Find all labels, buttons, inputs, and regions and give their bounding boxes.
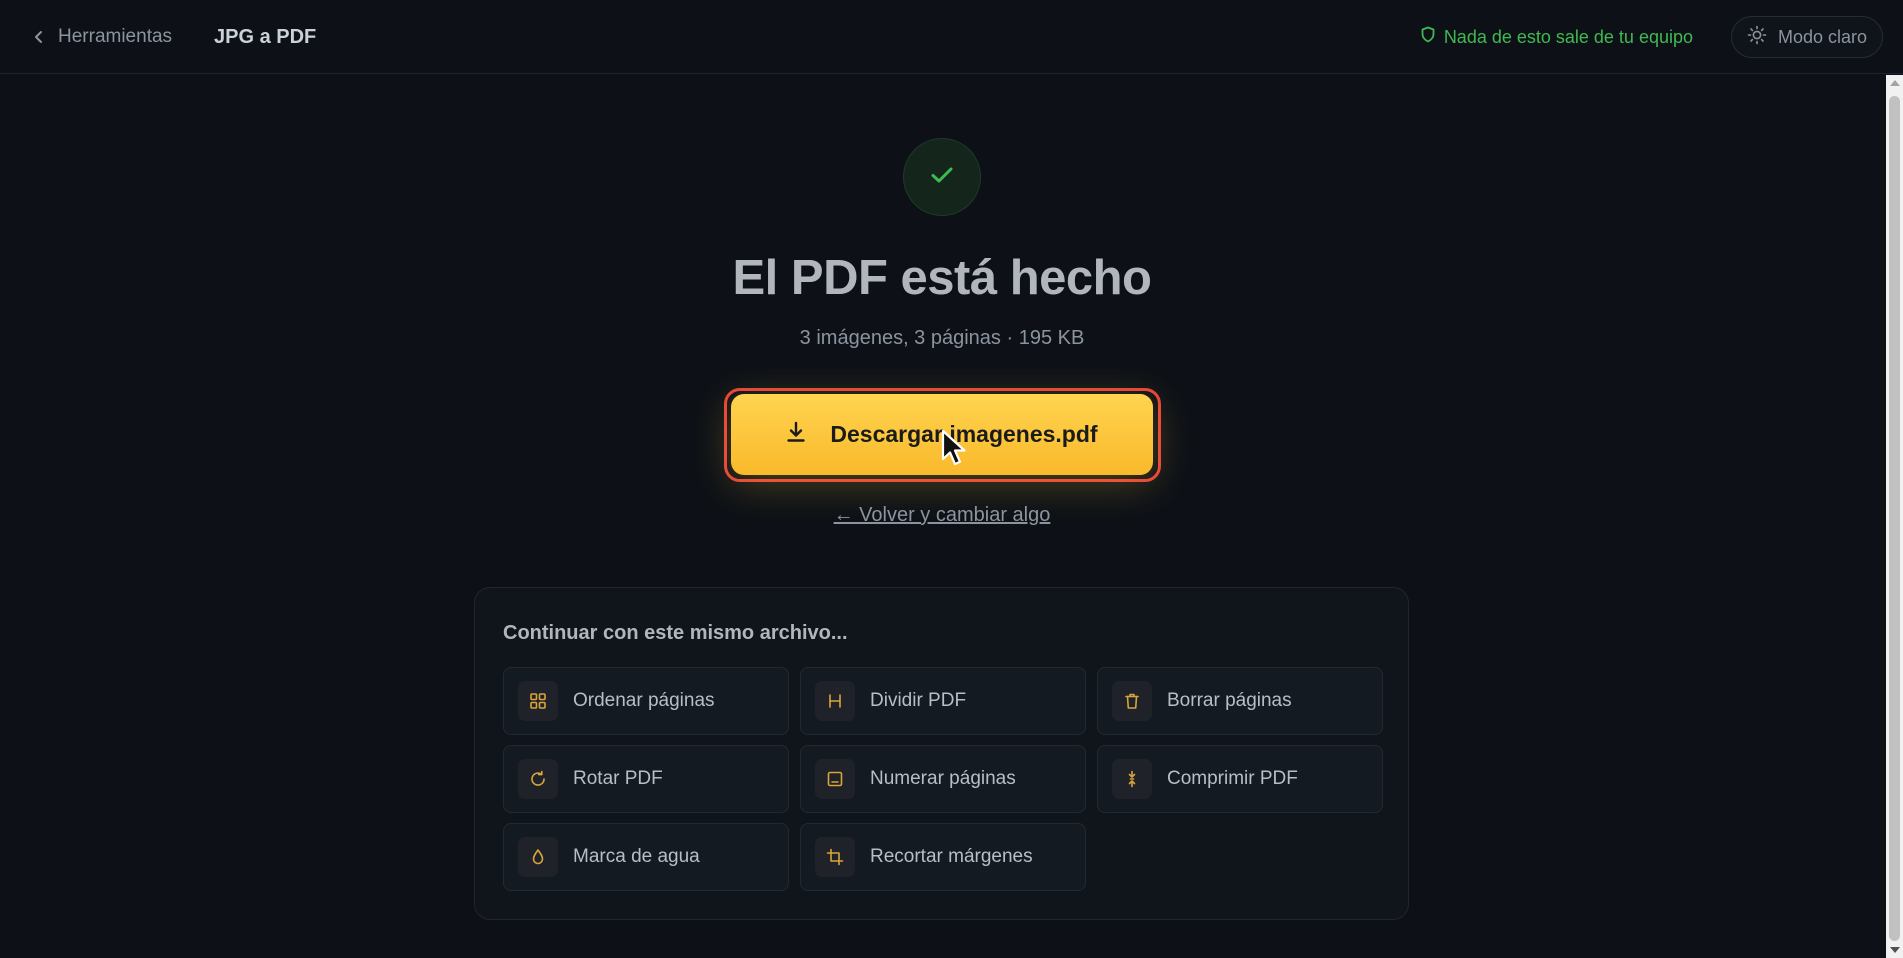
privacy-text: Nada de esto sale de tu equipo [1443, 26, 1693, 47]
rotate-icon [518, 759, 558, 799]
top-bar: Herramientas JPG a PDF Nada de esto sale… [0, 0, 1903, 74]
vertical-scrollbar[interactable] [1886, 75, 1903, 958]
trash-icon [1112, 681, 1152, 721]
back-and-edit-link-row: ← Volver y cambiar algo [0, 504, 1884, 527]
compress-icon [1112, 759, 1152, 799]
tool-label: Comprimir PDF [1167, 768, 1298, 789]
scroll-thumb[interactable] [1889, 96, 1900, 941]
split-icon [815, 681, 855, 721]
download-button-label: Descargar imagenes.pdf [830, 421, 1098, 447]
tool-numerar-paginas[interactable]: Numerar páginas [800, 745, 1086, 813]
tool-label: Recortar márgenes [870, 846, 1033, 867]
tool-dividir-pdf[interactable]: Dividir PDF [800, 667, 1086, 735]
download-icon [786, 421, 806, 449]
success-badge [903, 138, 981, 216]
chevron-left-icon [34, 30, 44, 44]
grid-icon [518, 681, 558, 721]
page-number-icon [815, 759, 855, 799]
theme-toggle-button[interactable]: Modo claro [1731, 16, 1883, 58]
check-icon [930, 165, 954, 190]
scroll-up-arrow[interactable] [1890, 80, 1900, 86]
download-button[interactable]: Descargar imagenes.pdf [731, 394, 1153, 475]
tool-label: Numerar páginas [870, 768, 1016, 789]
tool-marca-de-agua[interactable]: Marca de agua [503, 823, 789, 891]
tool-label: Dividir PDF [870, 690, 967, 711]
privacy-notice: Nada de esto sale de tu equipo [1421, 24, 1693, 50]
shield-icon [1421, 26, 1435, 48]
tool-label: Ordenar páginas [573, 690, 715, 711]
tool-borrar-paginas[interactable]: Borrar páginas [1097, 667, 1383, 735]
theme-toggle-label: Modo claro [1777, 26, 1868, 47]
tool-title: JPG a PDF [214, 26, 317, 48]
tool-label: Rotar PDF [573, 768, 663, 789]
continue-tools-card: Continuar con este mismo archivo... Orde… [474, 587, 1409, 920]
page-title: El PDF está hecho [732, 251, 1152, 305]
continue-card-title: Continuar con este mismo archivo... [503, 622, 848, 644]
tool-comprimir-pdf[interactable]: Comprimir PDF [1097, 745, 1383, 813]
tool-ordenar-paginas[interactable]: Ordenar páginas [503, 667, 789, 735]
droplet-icon [518, 837, 558, 877]
tool-recortar-margenes[interactable]: Recortar márgenes [800, 823, 1086, 891]
tool-label: Borrar páginas [1167, 690, 1292, 711]
file-summary: 3 imágenes, 3 páginas · 195 KB [799, 327, 1085, 349]
back-and-edit-link[interactable]: ← Volver y cambiar algo [834, 504, 1051, 526]
sun-icon [1747, 25, 1767, 50]
back-to-tools-link[interactable]: Herramientas [34, 24, 172, 50]
crop-icon [815, 837, 855, 877]
tool-rotar-pdf[interactable]: Rotar PDF [503, 745, 789, 813]
tool-label: Marca de agua [573, 846, 700, 867]
scroll-down-arrow[interactable] [1890, 947, 1900, 953]
back-link-label: Herramientas [58, 26, 173, 47]
